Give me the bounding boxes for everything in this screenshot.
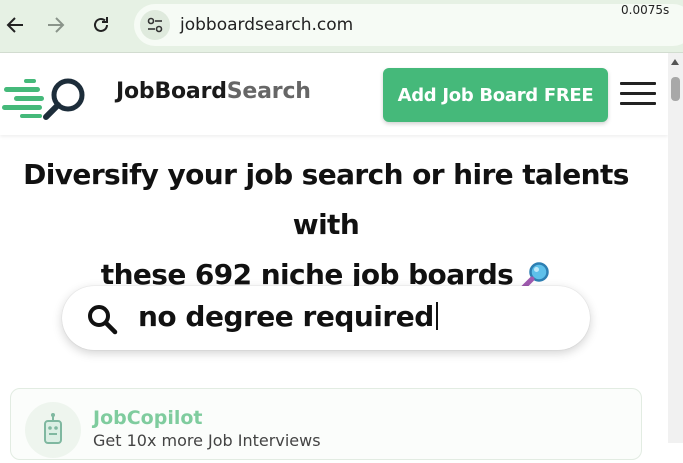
page-scrollbar[interactable] [668,53,683,443]
browser-toolbar: jobboardsearch.com [0,0,683,53]
forward-arrow-icon [48,17,65,33]
menu-icon[interactable] [620,82,656,106]
brand-main: JobBoard [116,79,227,104]
url-text[interactable]: jobboardsearch.com [180,15,353,35]
hero-headline: Diversify your job search or hire talent… [0,150,652,300]
reload-button[interactable] [88,12,114,38]
add-job-board-button[interactable]: Add Job Board FREE [383,68,608,122]
site-info-button[interactable] [140,10,170,40]
brand-accent: Search [226,79,311,104]
back-button[interactable] [2,12,28,38]
job-board-card[interactable]: JobCopilot Get 10x more Job Interviews [10,388,642,460]
scroll-thumb[interactable] [671,77,680,101]
card-subtitle: Get 10x more Job Interviews [93,431,321,450]
card-title[interactable]: JobCopilot [93,407,202,429]
search-input[interactable]: no degree required [62,286,590,350]
scroll-up-icon[interactable] [671,59,679,65]
brand-name[interactable]: JobBoardSearch [116,79,311,104]
logo-icon[interactable] [2,75,90,123]
robot-icon [44,413,62,444]
address-bar[interactable]: jobboardsearch.com [134,4,683,46]
search-icon[interactable] [86,303,118,335]
text-cursor [435,302,438,330]
site-info-icon [147,17,163,33]
reload-icon [94,17,108,32]
search-query[interactable]: no degree required [138,300,438,333]
avatar [25,402,81,458]
site-header: JobBoardSearch Add Job Board FREE [0,53,668,135]
forward-button[interactable] [43,12,69,38]
search-value: no degree required [138,300,434,333]
load-timer: 0.0075s [621,3,670,17]
headline-line-1: Diversify your job search or hire talent… [23,158,629,241]
back-arrow-icon [6,17,23,33]
